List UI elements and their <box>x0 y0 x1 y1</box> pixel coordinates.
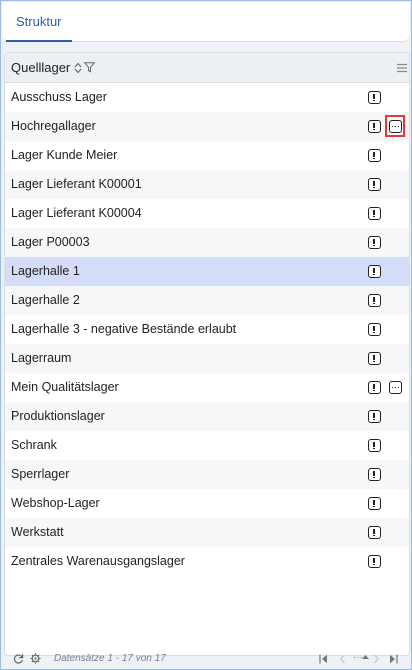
record-count: Datensätze 1 - 17 von 17 <box>54 653 166 664</box>
table-row[interactable]: Schrank <box>5 431 409 460</box>
tab-bar: Struktur <box>2 2 410 42</box>
table-row[interactable]: Ausschuss Lager <box>5 83 409 112</box>
info-icon[interactable] <box>368 294 381 307</box>
info-icon[interactable] <box>368 265 381 278</box>
gear-icon[interactable] <box>30 653 41 664</box>
column-menu-icon[interactable] <box>397 63 407 73</box>
info-icon[interactable] <box>368 381 381 394</box>
row-label: Lager Lieferant K00004 <box>11 206 142 220</box>
row-label: Lagerhalle 2 <box>11 293 80 307</box>
table-row[interactable]: Webshop-Lager <box>5 489 409 518</box>
row-label: Lagerhalle 1 <box>11 264 80 278</box>
row-label: Schrank <box>11 438 57 452</box>
table-row[interactable]: Lager Kunde Meier <box>5 141 409 170</box>
row-label: Webshop-Lager <box>11 496 100 510</box>
info-icon[interactable] <box>368 352 381 365</box>
last-page-icon[interactable] <box>389 654 398 664</box>
info-icon[interactable] <box>368 236 381 249</box>
info-icon[interactable] <box>368 439 381 452</box>
tab-struktur[interactable]: Struktur <box>6 2 72 42</box>
table-row[interactable]: Werkstatt <box>5 518 409 547</box>
row-label: Mein Qualitätslager <box>11 380 119 394</box>
table-row[interactable]: Mein Qualitätslager <box>5 373 409 402</box>
row-label: Ausschuss Lager <box>11 90 107 104</box>
row-label: Produktionslager <box>11 409 105 423</box>
table-row[interactable]: Lager Lieferant K00001 <box>5 170 409 199</box>
table-row[interactable]: Lagerhalle 2 <box>5 286 409 315</box>
row-label: Lager Kunde Meier <box>11 148 118 162</box>
info-icon[interactable] <box>368 555 381 568</box>
row-label: Lagerhalle 3 - negative Bestände erlaubt <box>11 322 237 336</box>
info-icon[interactable] <box>368 120 381 133</box>
row-label: Hochregallager <box>11 119 96 133</box>
info-icon[interactable] <box>368 149 381 162</box>
column-header[interactable]: Quelllager <box>5 53 409 83</box>
highlight-box <box>385 115 405 137</box>
table-row[interactable]: Hochregallager <box>5 112 409 141</box>
next-page-icon[interactable] <box>373 654 380 664</box>
row-label: Lager P00003 <box>11 235 90 249</box>
info-icon[interactable] <box>368 323 381 336</box>
row-label: Lager Lieferant K00001 <box>11 177 142 191</box>
row-label: Werkstatt <box>11 525 64 539</box>
grid-rows: Ausschuss Lager Hochregallager Lager Kunde… <box>5 83 409 576</box>
filter-icon[interactable] <box>84 62 95 73</box>
info-icon[interactable] <box>368 468 381 481</box>
first-page-icon[interactable] <box>319 654 328 664</box>
table-row[interactable]: Produktionslager <box>5 402 409 431</box>
column-header-label: Quelllager <box>11 60 71 75</box>
info-icon[interactable] <box>368 207 381 220</box>
info-icon[interactable] <box>368 91 381 104</box>
info-icon[interactable] <box>368 178 381 191</box>
row-label: Zentrales Warenausgangslager <box>11 554 185 568</box>
table-row[interactable]: Lager P00003 <box>5 228 409 257</box>
row-label: Lagerraum <box>11 351 72 365</box>
table-row[interactable]: Lager Lieferant K00004 <box>5 199 409 228</box>
table-row[interactable]: Zentrales Warenausgangslager <box>5 547 409 576</box>
table-row[interactable]: Lagerraum <box>5 344 409 373</box>
info-icon[interactable] <box>368 526 381 539</box>
warehouse-grid: Quelllager Ausschuss Lager Hochregallager… <box>4 52 410 656</box>
more-icon[interactable] <box>389 381 402 394</box>
sort-icon[interactable] <box>74 62 82 74</box>
table-row[interactable]: Sperrlager <box>5 460 409 489</box>
info-icon[interactable] <box>368 497 381 510</box>
grid-footer: Datensätze 1 - 17 von 17 ··· <box>1 650 412 670</box>
window-frame: Struktur Quelllager Ausschuss Lager Hochr… <box>0 0 412 670</box>
table-row[interactable]: Lagerhalle 3 - negative Bestände erlaubt <box>5 315 409 344</box>
refresh-icon[interactable] <box>13 653 24 664</box>
table-row[interactable]: Lagerhalle 1 <box>5 257 409 286</box>
info-icon[interactable] <box>368 410 381 423</box>
row-label: Sperrlager <box>11 467 70 481</box>
pager-dropdown-icon[interactable] <box>361 652 370 666</box>
previous-page-icon[interactable] <box>339 654 346 664</box>
